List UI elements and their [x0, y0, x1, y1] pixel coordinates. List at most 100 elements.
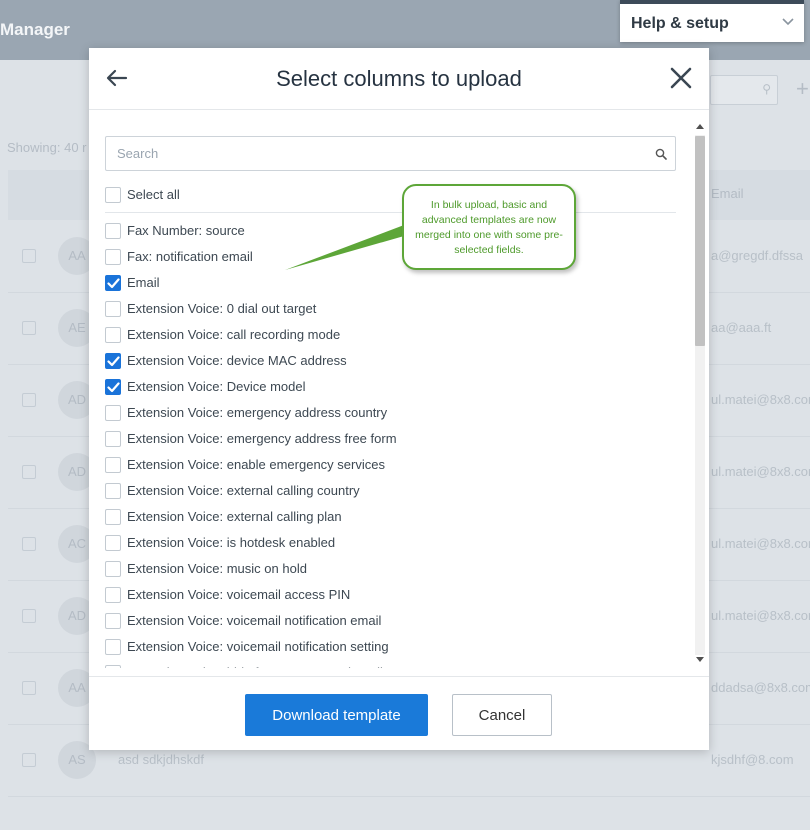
select-columns-dialog: Select columns to upload Select all Fax … — [89, 48, 709, 750]
cancel-button[interactable]: Cancel — [452, 694, 552, 736]
list-item[interactable]: Extension Voice: 0 dial out target — [105, 298, 676, 324]
scrollbar-thumb[interactable] — [695, 136, 705, 346]
row-email: a@gregdf.dfssa — [711, 248, 803, 263]
chevron-down-icon — [782, 18, 794, 26]
dialog-footer: Download template Cancel — [89, 676, 709, 750]
column-checkbox[interactable] — [105, 639, 121, 655]
column-label: Extension Voice: voicemail notification … — [127, 639, 389, 654]
annotation-callout: In bulk upload, basic and advanced templ… — [402, 184, 576, 270]
select-all-row[interactable]: Select all — [105, 184, 676, 213]
column-checkbox[interactable] — [105, 353, 121, 369]
column-label: Extension Voice: external calling countr… — [127, 483, 360, 498]
column-list: Fax Number: source Fax: notification emai… — [105, 220, 676, 668]
column-checkbox[interactable] — [105, 665, 121, 668]
table-header-email: Email — [711, 186, 744, 201]
column-label: Extension Voice: device MAC address — [127, 353, 347, 368]
column-checkbox[interactable] — [105, 535, 121, 551]
column-checkbox[interactable] — [105, 561, 121, 577]
add-icon: + — [796, 76, 809, 101]
scroll-up-icon[interactable] — [696, 123, 704, 129]
list-item[interactable]: Extension Voice: call recording mode — [105, 324, 676, 350]
row-checkbox — [22, 753, 36, 767]
search-input[interactable] — [106, 137, 646, 170]
row-email: aa@aaa.ft — [711, 320, 772, 335]
row-checkbox — [22, 537, 36, 551]
column-search — [105, 136, 676, 171]
background-search-icon: ⚲ — [762, 82, 771, 96]
list-item[interactable]: Extension Voice: voicemail notification … — [105, 610, 676, 636]
column-label: Extension Voice: hide from Auto Attendan… — [127, 665, 423, 668]
dialog-header: Select columns to upload — [89, 48, 709, 110]
column-checkbox[interactable] — [105, 405, 121, 421]
column-label: Extension Voice: external calling plan — [127, 509, 342, 524]
row-email: kjsdhf@8.com — [711, 752, 794, 767]
row-email: ddadsa@8x8.com — [711, 680, 810, 695]
list-item[interactable]: Extension Voice: hide from Auto Attendan… — [105, 662, 676, 668]
column-label: Extension Voice: call recording mode — [127, 327, 341, 342]
dialog-title: Select columns to upload — [276, 66, 522, 91]
select-all-checkbox[interactable] — [105, 187, 121, 203]
column-label: Extension Voice: Device model — [127, 379, 306, 394]
column-label: Extension Voice: voicemail notification … — [127, 613, 382, 628]
row-checkbox — [22, 321, 36, 335]
column-checkbox[interactable] — [105, 613, 121, 629]
download-template-button[interactable]: Download template — [245, 694, 428, 736]
row-email: ul.matei@8x8.com — [711, 608, 810, 623]
row-checkbox — [22, 465, 36, 479]
column-checkbox[interactable] — [105, 483, 121, 499]
list-item[interactable]: Extension Voice: music on hold — [105, 558, 676, 584]
list-scrollbar[interactable] — [693, 120, 707, 668]
list-item[interactable]: Extension Voice: emergency address free … — [105, 428, 676, 454]
scroll-down-icon[interactable] — [696, 657, 704, 663]
list-item[interactable]: Extension Voice: is hotdesk enabled — [105, 532, 676, 558]
column-label: Extension Voice: music on hold — [127, 561, 307, 576]
column-label: Fax Number: source — [127, 223, 245, 238]
column-label: Extension Voice: emergency address free … — [127, 431, 397, 446]
column-checkbox[interactable] — [105, 379, 121, 395]
background-search: ⚲ — [710, 75, 778, 105]
row-checkbox — [22, 681, 36, 695]
row-name: asd sdkjdhskdf — [118, 752, 204, 767]
column-label: Extension Voice: is hotdesk enabled — [127, 535, 336, 550]
dialog-body: Select all Fax Number: source Fax: notifi… — [89, 120, 709, 668]
list-item[interactable]: Extension Voice: Device model — [105, 376, 676, 402]
column-label: Fax: notification email — [127, 249, 253, 264]
column-checkbox[interactable] — [105, 457, 121, 473]
column-checkbox[interactable] — [105, 249, 121, 265]
column-label: Extension Voice: 0 dial out target — [127, 301, 317, 316]
column-checkbox[interactable] — [105, 431, 121, 447]
list-item[interactable]: Fax: notification email — [105, 246, 676, 272]
column-label: Extension Voice: voicemail access PIN — [127, 587, 351, 602]
column-checkbox[interactable] — [105, 223, 121, 239]
help-setup-menu[interactable]: Help & setup — [620, 0, 804, 42]
column-checkbox[interactable] — [105, 509, 121, 525]
column-label: Email — [127, 275, 160, 290]
list-item[interactable]: Extension Voice: voicemail notification … — [105, 636, 676, 662]
row-checkbox — [22, 249, 36, 263]
list-item[interactable]: Fax Number: source — [105, 220, 676, 246]
showing-count: Showing: 40 r — [7, 140, 87, 155]
list-item[interactable]: Extension Voice: emergency address count… — [105, 402, 676, 428]
row-email: ul.matei@8x8.com — [711, 464, 810, 479]
column-checkbox[interactable] — [105, 327, 121, 343]
select-all-label: Select all — [127, 187, 180, 202]
column-label: Extension Voice: enable emergency servic… — [127, 457, 385, 472]
row-email: ul.matei@8x8.com — [711, 392, 810, 407]
column-label: Extension Voice: emergency address count… — [127, 405, 388, 420]
row-checkbox — [22, 393, 36, 407]
list-item[interactable]: Extension Voice: voicemail access PIN — [105, 584, 676, 610]
list-item[interactable]: Extension Voice: external calling plan — [105, 506, 676, 532]
app-title: Manager — [0, 20, 70, 39]
search-icon — [655, 148, 667, 160]
row-checkbox — [22, 609, 36, 623]
list-item[interactable]: Extension Voice: device MAC address — [105, 350, 676, 376]
help-setup-label: Help & setup — [631, 15, 729, 32]
list-item[interactable]: Extension Voice: external calling countr… — [105, 480, 676, 506]
column-checkbox[interactable] — [105, 587, 121, 603]
list-item[interactable]: Email — [105, 272, 676, 298]
row-email: ul.matei@8x8.com — [711, 536, 810, 551]
column-checkbox[interactable] — [105, 301, 121, 317]
column-checkbox[interactable] — [105, 275, 121, 291]
list-item[interactable]: Extension Voice: enable emergency servic… — [105, 454, 676, 480]
close-icon[interactable] — [669, 66, 693, 90]
